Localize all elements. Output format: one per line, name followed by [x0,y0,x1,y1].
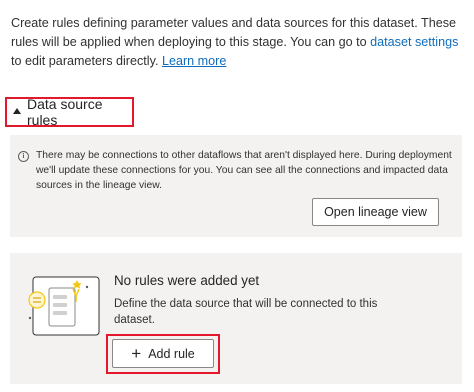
learn-more-link[interactable]: Learn more [162,54,226,68]
empty-state-description: Define the data source that will be conn… [114,298,378,326]
open-lineage-view-button[interactable]: Open lineage view [312,198,439,226]
empty-rules-panel: No rules were added yet Define the data … [10,253,462,384]
info-icon: i [18,151,29,162]
dataset-settings-link[interactable]: dataset settings [370,35,458,49]
dataset-rules-page: Create rules defining parameter values a… [0,0,474,392]
add-rule-button[interactable]: + Add rule [112,339,214,368]
plus-icon: + [131,343,142,363]
data-source-rules-toggle[interactable]: Data source rules [5,96,134,128]
intro-paragraph: Create rules defining parameter values a… [11,14,466,71]
no-rules-illustration-icon [28,276,100,336]
add-rule-label: Add rule [148,346,195,361]
info-message: There may be connections to other datafl… [36,150,452,191]
empty-state-title: No rules were added yet [114,273,260,288]
intro-text-continued: to edit parameters directly. [11,54,162,68]
section-title: Data source rules [27,96,103,128]
caret-up-icon [13,108,21,114]
